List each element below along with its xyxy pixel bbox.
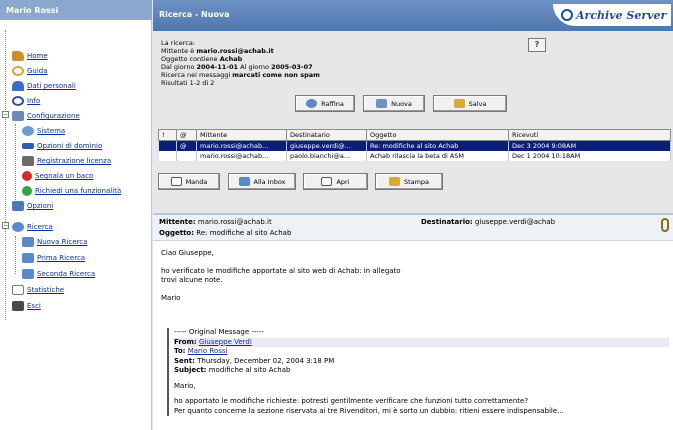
ricerca-expander[interactable]: − xyxy=(2,222,9,229)
home-icon xyxy=(12,51,24,61)
search-icon xyxy=(12,222,24,232)
save-icon xyxy=(453,99,465,108)
attachment-icon: @ xyxy=(176,140,197,151)
refine-icon xyxy=(306,99,318,108)
from-link[interactable]: Giuseppe Verdi xyxy=(199,338,252,346)
navigation-tree: − − Home Guida Dati personali Info Confi… xyxy=(0,20,152,430)
message-to: Destinatario: giuseppe.verdi@achab xyxy=(421,218,556,226)
refine-button[interactable]: Raffina xyxy=(295,95,355,112)
print-icon xyxy=(388,177,400,186)
new-search-icon xyxy=(22,237,34,247)
sidebar-item-opzioni[interactable]: Opzioni xyxy=(12,200,53,212)
sidebar-item-nuova-ricerca[interactable]: Nuova Ricerca xyxy=(22,236,87,248)
archive-server-logo: Archive Server xyxy=(553,4,671,26)
system-icon xyxy=(22,126,34,136)
quoted-message: ----- Original Message ----- From: Giuse… xyxy=(167,328,669,416)
feature-icon xyxy=(22,186,32,196)
column-header-oggetto[interactable]: Oggetto xyxy=(366,129,509,141)
logo-icon xyxy=(561,9,573,21)
search-panel: La ricerca: Mittente è mario.rossi@achab… xyxy=(153,31,673,206)
message-from: Mittente: mario.rossi@achab.it xyxy=(159,218,272,226)
options-icon xyxy=(12,201,24,211)
help-icon xyxy=(12,66,24,76)
message-header: Mittente: mario.rossi@achab.it Destinata… xyxy=(153,215,673,241)
sidebar-item-guida[interactable]: Guida xyxy=(12,65,48,77)
to-link[interactable]: Mario Rossi xyxy=(188,347,228,355)
sidebar-item-registrazione-licenza[interactable]: Registrazione licenza xyxy=(22,155,111,167)
left-panel-title: Mario Rossi xyxy=(0,0,152,20)
sidebar-item-seconda-ricerca[interactable]: Seconda Ricerca xyxy=(22,268,95,280)
message-preview: Mittente: mario.rossi@achab.it Destinata… xyxy=(153,213,673,430)
info-icon xyxy=(12,96,24,106)
search-summary: La ricerca: Mittente è mario.rossi@achab… xyxy=(161,39,320,87)
new-search-icon xyxy=(376,99,388,108)
sidebar-item-info[interactable]: Info xyxy=(12,95,40,107)
open-icon xyxy=(321,177,333,186)
results-table-header: ! @ Mittente Destinatario Oggetto Ricevu… xyxy=(158,129,671,141)
saved-search-icon xyxy=(22,269,34,279)
open-button[interactable]: Apri xyxy=(303,173,368,190)
sidebar-item-statistiche[interactable]: Statistiche xyxy=(12,284,64,296)
send-button[interactable]: Manda xyxy=(158,173,220,190)
configurazione-expander[interactable]: − xyxy=(2,111,9,118)
table-row[interactable]: @ mario.rossi@achab... giuseppe.verdi@..… xyxy=(158,140,671,151)
sidebar-item-richiedi-funzionalita[interactable]: Richiedi una funzionalità xyxy=(22,185,121,197)
message-subject: Oggetto: Re: modifiche al sito Achab xyxy=(159,229,292,237)
inbox-icon xyxy=(238,177,250,186)
top-header: Ricerca - Nuova Archive Server xyxy=(153,0,673,31)
new-search-button[interactable]: Nuova xyxy=(363,95,425,112)
user-icon xyxy=(12,81,24,91)
license-icon xyxy=(22,156,34,166)
bug-icon xyxy=(22,171,32,181)
saved-search-icon xyxy=(22,253,34,263)
column-header-attachment[interactable]: @ xyxy=(176,129,197,141)
column-header-priority[interactable]: ! xyxy=(158,129,177,141)
message-body: Ciao Giuseppe, ho verificato le modifich… xyxy=(161,249,401,302)
sidebar-item-dati-personali[interactable]: Dati personali xyxy=(12,80,76,92)
page-title: Ricerca - Nuova xyxy=(159,10,230,19)
stats-icon xyxy=(12,285,24,295)
results-count: Risultati 1-2 di 2 xyxy=(161,79,215,87)
help-icon: ? xyxy=(534,40,540,49)
sidebar-item-home[interactable]: Home xyxy=(12,50,48,62)
print-button[interactable]: Stampa xyxy=(375,173,443,190)
sidebar-item-segnala-baco[interactable]: Segnala un baco xyxy=(22,170,93,182)
inbox-button[interactable]: Alla Inbox xyxy=(228,173,296,190)
domain-icon xyxy=(22,143,34,149)
send-icon xyxy=(170,177,182,186)
column-header-mittente[interactable]: Mittente xyxy=(196,129,287,141)
results-table: ! @ Mittente Destinatario Oggetto Ricevu… xyxy=(158,129,671,161)
save-search-button[interactable]: Salva xyxy=(433,95,507,112)
paperclip-icon[interactable] xyxy=(661,218,669,232)
sidebar-item-sistema[interactable]: Sistema xyxy=(22,125,65,137)
exit-icon xyxy=(12,301,24,311)
sidebar-item-prima-ricerca[interactable]: Prima Ricerca xyxy=(22,252,85,264)
sidebar-item-esci[interactable]: Esci xyxy=(12,300,41,312)
column-header-ricevuti[interactable]: Ricevuti xyxy=(508,129,671,141)
table-row[interactable]: mario.rossi@achab... paolo.bianchi@a... … xyxy=(158,150,671,161)
sidebar-item-ricerca[interactable]: Ricerca xyxy=(12,221,53,233)
sidebar-item-configurazione[interactable]: Configurazione xyxy=(12,110,80,122)
help-button[interactable]: ? xyxy=(528,38,546,52)
sidebar-item-opzioni-dominio[interactable]: Opzioni di dominio xyxy=(22,140,102,152)
config-icon xyxy=(12,111,24,121)
column-header-destinatario[interactable]: Destinatario xyxy=(286,129,367,141)
